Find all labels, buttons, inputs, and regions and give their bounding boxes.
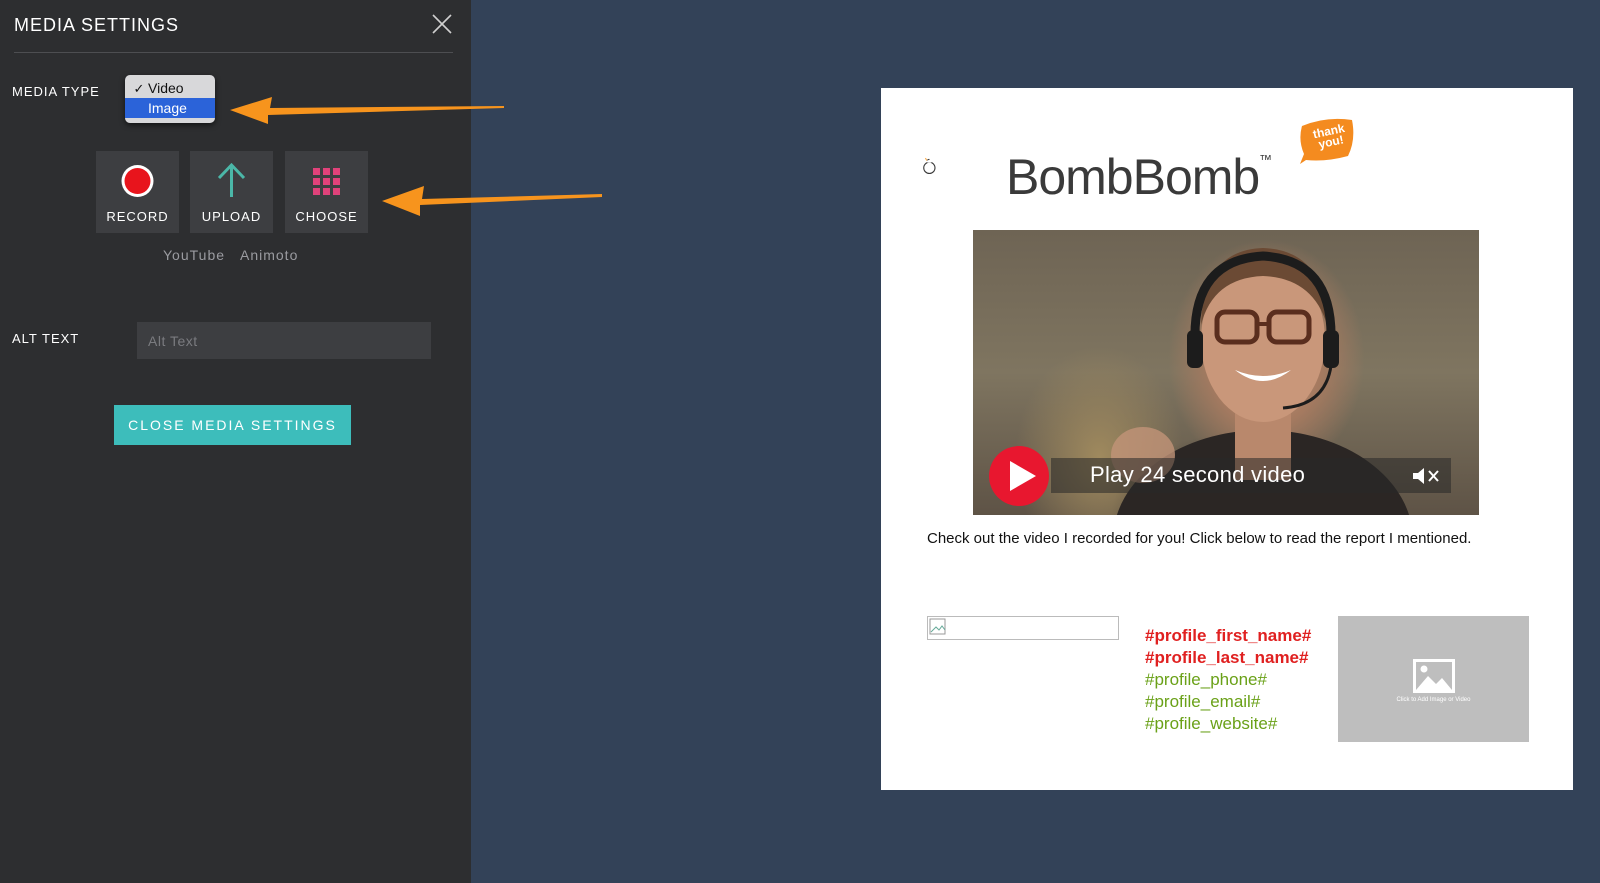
checkmark-icon: ✓ <box>133 81 145 96</box>
media-type-option-image[interactable]: Image <box>125 98 215 118</box>
email-body-text: Check out the video I recorded for you! … <box>927 530 1472 547</box>
alt-text-input[interactable] <box>137 322 431 359</box>
media-type-option-video[interactable]: ✓ Video <box>125 78 215 98</box>
broken-image-icon <box>929 618 946 635</box>
broken-image-placeholder[interactable] <box>927 616 1119 640</box>
panel-title: MEDIA SETTINGS <box>14 15 180 35</box>
alt-text-label: ALT TEXT <box>12 331 80 346</box>
signature-block: #profile_first_name# #profile_last_name#… <box>1145 625 1311 735</box>
media-type-dropdown[interactable]: ✓ Video Image <box>125 75 215 123</box>
email-preview: BombBomb ™ thank you! Play 24 second vid… <box>881 88 1573 790</box>
signature-phone: #profile_phone# <box>1145 670 1267 689</box>
upload-button[interactable]: UPLOAD <box>190 151 273 233</box>
brand-trademark: ™ <box>1259 152 1272 167</box>
grid-icon <box>313 168 340 195</box>
play-icon[interactable] <box>988 445 1050 507</box>
bombbomb-logo-icon <box>923 157 936 174</box>
brand-name: BombBomb <box>1006 149 1260 205</box>
animoto-link[interactable]: Animoto <box>240 247 298 263</box>
video-thumbnail[interactable]: Play 24 second video <box>973 230 1479 515</box>
arrow-annotation-buttons <box>382 186 602 216</box>
choose-button[interactable]: CHOOSE <box>285 151 368 233</box>
picture-icon <box>1413 659 1455 693</box>
arrow-up-icon <box>217 162 246 197</box>
mute-icon[interactable] <box>1411 465 1441 487</box>
signature-email: #profile_email# <box>1145 692 1261 711</box>
record-icon <box>121 165 154 197</box>
arrow-annotation-dropdown <box>230 97 504 124</box>
upload-label: UPLOAD <box>201 209 262 224</box>
add-image-or-video-dropzone[interactable]: Click to Add Image or Video <box>1338 616 1529 742</box>
close-icon[interactable] <box>430 12 454 36</box>
play-video-text: Play 24 second video <box>1090 462 1306 487</box>
dropzone-label: Click to Add Image or Video <box>1396 697 1471 703</box>
signature-first-name: #profile_first_name# <box>1145 626 1312 645</box>
record-label: RECORD <box>106 209 169 224</box>
panel-divider <box>14 52 453 53</box>
media-type-label: MEDIA TYPE <box>12 84 100 99</box>
record-button[interactable]: RECORD <box>96 151 179 233</box>
signature-last-name: #profile_last_name# <box>1145 648 1309 667</box>
youtube-link[interactable]: YouTube <box>163 247 225 263</box>
close-media-settings-button[interactable]: CLOSE MEDIA SETTINGS <box>114 405 351 445</box>
choose-label: CHOOSE <box>295 209 358 224</box>
signature-website: #profile_website# <box>1145 714 1278 733</box>
